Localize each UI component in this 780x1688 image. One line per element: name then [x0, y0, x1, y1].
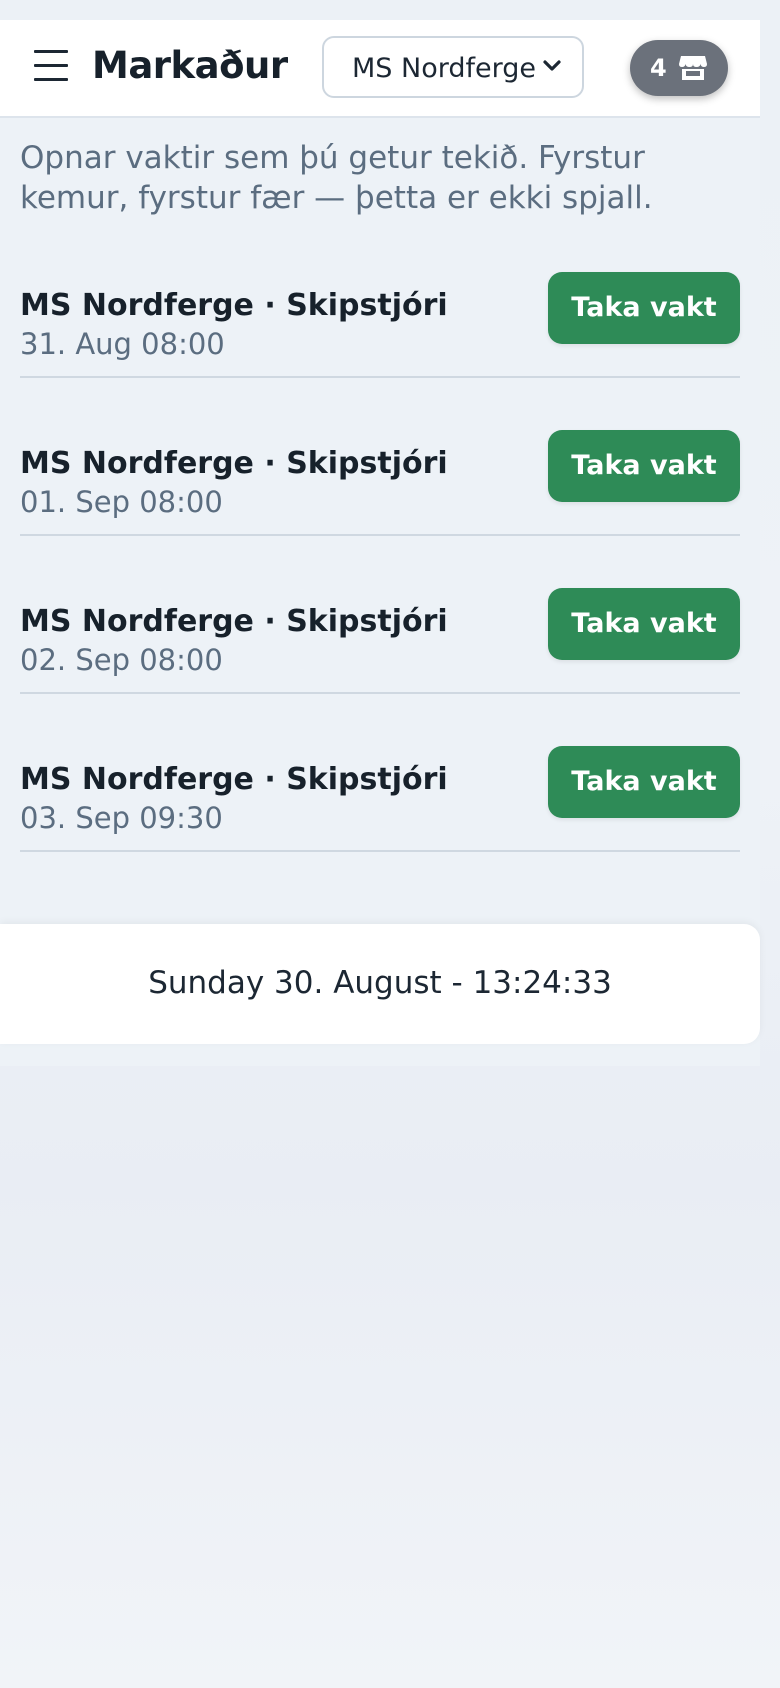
shift-list-item: MS Nordferge · Skipstjóri 31. Aug 08:00 … [20, 272, 740, 446]
take-shift-button[interactable]: Taka vakt [548, 746, 740, 818]
take-shift-button[interactable]: Taka vakt [548, 430, 740, 502]
shift-list-item: MS Nordferge · Skipstjóri 02. Sep 08:00 … [20, 588, 740, 762]
store-icon [679, 56, 707, 80]
divider [20, 376, 740, 378]
date-time-display: Sunday 30. August - 13:24:33 [148, 965, 612, 1001]
shift-list-item: MS Nordferge · Skipstjóri 03. Sep 09:30 … [20, 746, 740, 920]
intro-text: Opnar vaktir sem þú getur tekið. Fyrstur… [20, 140, 653, 216]
page-title: Markaður [92, 44, 288, 87]
vessel-select[interactable]: MS Nordferge [322, 36, 584, 98]
divider [20, 534, 740, 536]
menu-icon[interactable] [34, 48, 68, 82]
shift-title: MS Nordferge · Skipstjóri [20, 762, 448, 797]
shift-time: 02. Sep 08:00 [20, 643, 223, 677]
take-shift-button[interactable]: Taka vakt [548, 588, 740, 660]
shift-list-item: MS Nordferge · Skipstjóri 01. Sep 08:00 … [20, 430, 740, 604]
take-shift-button[interactable]: Taka vakt [548, 272, 740, 344]
app-screen: Markaður MS Nordferge 4 Opnar vaktir sem… [0, 20, 760, 1066]
vessel-select-value: MS Nordferge [352, 53, 536, 84]
top-bar: Markaður MS Nordferge 4 [0, 20, 760, 118]
market-badge-button[interactable]: 4 [630, 40, 728, 96]
shift-title: MS Nordferge · Skipstjóri [20, 446, 448, 481]
divider [20, 692, 740, 694]
shift-time: 31. Aug 08:00 [20, 327, 225, 361]
shift-title: MS Nordferge · Skipstjóri [20, 288, 448, 323]
shift-time: 01. Sep 08:00 [20, 485, 223, 519]
shift-title: MS Nordferge · Skipstjóri [20, 604, 448, 639]
clock-card: Sunday 30. August - 13:24:33 [0, 924, 760, 1044]
market-count-badge: 4 [650, 54, 667, 82]
shift-time: 03. Sep 09:30 [20, 801, 223, 835]
chevron-down-icon [543, 60, 561, 71]
divider [20, 850, 740, 852]
